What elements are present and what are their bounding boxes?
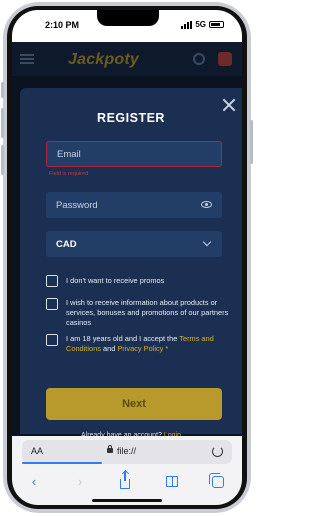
site-logo[interactable]: Jackpoty <box>68 51 139 69</box>
bookmarks-icon[interactable] <box>164 474 180 490</box>
required-mark: * <box>163 344 169 353</box>
power-button <box>250 120 253 164</box>
currency-select[interactable]: CAD <box>46 231 222 257</box>
partner-info-label: I wish to receive information about prod… <box>66 298 229 327</box>
email-error: Field is required <box>49 171 89 177</box>
partner-info-checkbox[interactable] <box>46 298 58 310</box>
browser-toolbar: ‹ › <box>12 470 242 494</box>
email-placeholder: Email <box>57 148 81 160</box>
site-header: Jackpoty <box>12 42 242 76</box>
promos-opt-out-checkbox[interactable] <box>46 275 58 287</box>
and-text: and <box>100 344 118 353</box>
address-bar[interactable]: AA file:// <box>22 440 232 464</box>
battery-icon <box>209 21 224 28</box>
promos-opt-out-label: I don't want to receive promos <box>66 276 165 285</box>
dynamic-island <box>97 10 159 26</box>
tabs-icon[interactable] <box>209 473 226 490</box>
partner-info-row: I wish to receive information about prod… <box>46 298 232 328</box>
hamburger-icon[interactable] <box>20 54 34 64</box>
network-label: 5G <box>195 20 206 29</box>
forward-icon[interactable]: › <box>72 474 88 490</box>
url-text: file:// <box>117 446 137 456</box>
status-bar: 2:10 PM 5G <box>12 10 242 42</box>
status-time: 2:10 PM <box>45 20 80 30</box>
page-load-progress <box>22 462 102 464</box>
close-icon[interactable] <box>222 98 236 112</box>
age-terms-checkbox[interactable] <box>46 334 58 346</box>
privacy-link[interactable]: Privacy Policy <box>117 344 163 353</box>
age-terms-row: I am 18 years old and I accept the Terms… <box>46 334 232 354</box>
status-indicators: 5G <box>181 20 224 29</box>
modal-title: REGISTER <box>97 111 165 125</box>
volume-up-button <box>1 108 4 138</box>
browser-chrome: AA file:// ‹ › <box>12 436 242 505</box>
phone-screen: 2:10 PM 5G Jackpoty REGISTER Email Field… <box>12 10 242 505</box>
eye-icon[interactable] <box>201 201 212 208</box>
flag-icon[interactable] <box>218 52 232 66</box>
register-modal: REGISTER Email Field is required Passwor… <box>20 88 242 439</box>
password-field[interactable]: Password <box>46 192 222 218</box>
search-icon[interactable] <box>193 53 205 65</box>
chevron-down-icon <box>202 237 212 247</box>
reload-icon[interactable] <box>212 446 223 457</box>
lock-icon <box>107 445 113 453</box>
text-size-button[interactable]: AA <box>31 446 43 456</box>
currency-value: CAD <box>56 238 77 250</box>
signal-icon <box>181 20 193 29</box>
next-button[interactable]: Next <box>46 388 222 420</box>
share-icon[interactable] <box>117 471 133 490</box>
home-indicator <box>92 499 162 502</box>
age-terms-label: I am 18 years old and I accept the Terms… <box>66 334 232 354</box>
email-field[interactable]: Email <box>46 141 222 167</box>
age-terms-text: I am 18 years old and I accept the <box>66 334 180 343</box>
promos-opt-out-row: I don't want to receive promos <box>46 275 232 287</box>
silent-switch <box>1 82 4 98</box>
back-icon[interactable]: ‹ <box>26 474 42 490</box>
password-placeholder: Password <box>56 199 98 211</box>
volume-down-button <box>1 145 4 175</box>
